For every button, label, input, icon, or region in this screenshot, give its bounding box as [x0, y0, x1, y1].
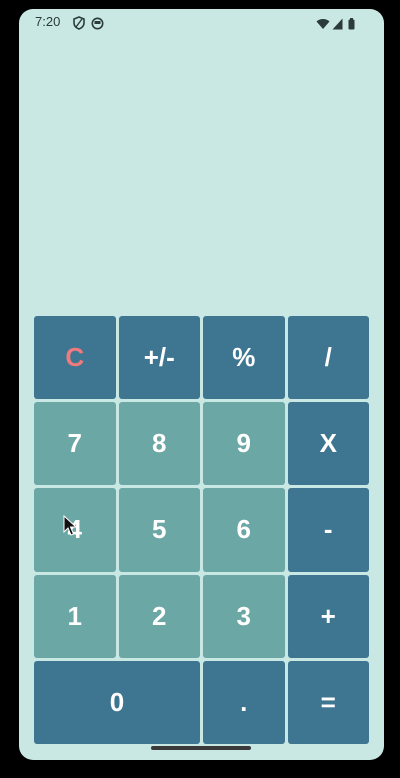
status-bar: 7:20 [19, 9, 384, 35]
digit-2-button[interactable]: 2 [118, 574, 200, 658]
shield-icon [73, 15, 85, 34]
digit-0-button[interactable]: 0 [34, 660, 200, 744]
clear-button[interactable]: C [34, 316, 116, 400]
equals-button[interactable]: = [287, 660, 369, 744]
digit-8-button[interactable]: 8 [118, 402, 200, 486]
digit-9-button[interactable]: 9 [203, 402, 285, 486]
digit-1-button[interactable]: 1 [34, 574, 116, 658]
divide-button[interactable]: / [287, 316, 369, 400]
digit-3-button[interactable]: 3 [203, 574, 285, 658]
mouse-pointer-icon [63, 514, 78, 537]
multiply-button[interactable]: X [287, 402, 369, 486]
toggle-sign-button[interactable]: +/- [118, 316, 200, 400]
subtract-button[interactable]: - [287, 488, 369, 572]
decimal-button[interactable]: . [203, 660, 285, 744]
digit-5-button[interactable]: 5 [118, 488, 200, 572]
circle-face-icon [91, 15, 104, 34]
keypad: C +/- % / 7 8 9 X 4 5 6 - 1 2 3 + 0 . = [34, 316, 369, 744]
cell-signal-icon [332, 15, 343, 34]
calculator-display [35, 39, 368, 309]
digit-6-button[interactable]: 6 [203, 488, 285, 572]
app-screen: 7:20 C +/- % / 7 8 9 X 4 5 6 - 1 2 3 + 0… [19, 9, 384, 760]
home-indicator[interactable] [151, 746, 251, 750]
status-time: 7:20 [35, 14, 61, 29]
digit-7-button[interactable]: 7 [34, 402, 116, 486]
percent-button[interactable]: % [203, 316, 285, 400]
battery-icon [348, 15, 355, 34]
add-button[interactable]: + [287, 574, 369, 658]
wifi-icon [316, 15, 330, 34]
